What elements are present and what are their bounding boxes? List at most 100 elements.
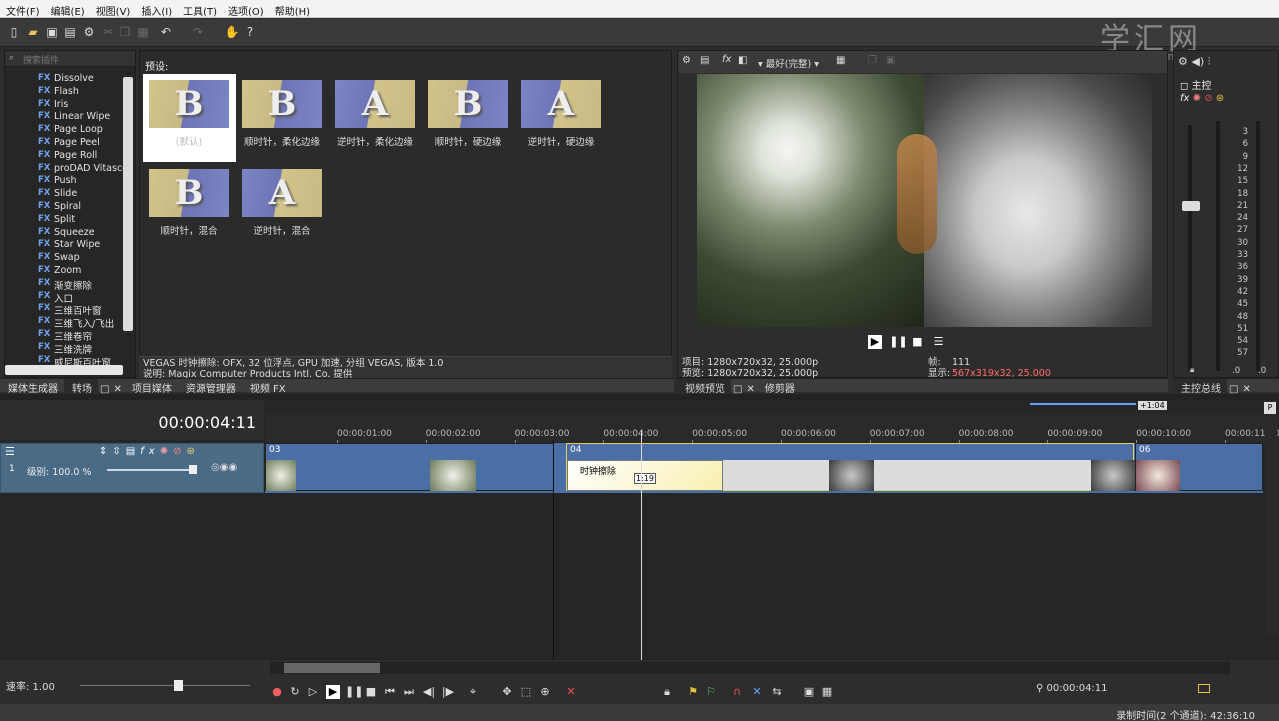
- plugin-item[interactable]: FX Page Roll: [5, 150, 123, 163]
- hscroll-thumb[interactable]: [284, 663, 380, 673]
- plugin-item[interactable]: FX Linear Wipe: [5, 111, 123, 124]
- clip[interactable]: 03: [265, 443, 554, 491]
- preset-thumb[interactable]: A 逆时针，混合: [236, 163, 322, 243]
- menu-edit[interactable]: 编辑(E): [45, 0, 90, 18]
- plugin-item[interactable]: FX Page Peel: [5, 137, 123, 150]
- copy-snapshot-icon[interactable]: ❐: [868, 55, 877, 66]
- grid-icon[interactable]: ▦: [836, 55, 845, 66]
- selection-tool-icon[interactable]: ⬚: [519, 685, 533, 699]
- plugin-item[interactable]: FX Push: [5, 175, 123, 188]
- menu-options[interactable]: 选项(O): [222, 0, 269, 18]
- save-icon[interactable]: ▣: [44, 24, 60, 40]
- play-from-start-icon[interactable]: ▷: [306, 685, 320, 699]
- selection-length-icon[interactable]: [1198, 684, 1210, 693]
- fx-icon[interactable]: fx: [722, 54, 731, 65]
- preset-thumb[interactable]: A 逆时针，硬边缘: [515, 74, 601, 154]
- help-icon[interactable]: ?: [242, 24, 258, 40]
- collapse-icon[interactable]: ⇳: [112, 446, 125, 457]
- preview-quality-select[interactable]: ▾ 最好(完整) ▾: [758, 56, 819, 70]
- plugin-item[interactable]: FX Iris: [5, 99, 123, 112]
- event-panzoom-icon[interactable]: ▣: [802, 685, 816, 699]
- external-monitor-icon[interactable]: ▤: [700, 55, 709, 66]
- playhead-cursor[interactable]: [641, 430, 642, 660]
- rate-slider[interactable]: [80, 685, 250, 686]
- preset-thumb[interactable]: B 顺时针，硬边缘: [422, 74, 508, 154]
- redo-icon[interactable]: ↷: [190, 24, 206, 40]
- automation-icon[interactable]: ▤: [126, 446, 140, 457]
- level-slider[interactable]: [107, 469, 195, 471]
- preset-thumb[interactable]: B 顺时针，柔化边缘: [236, 74, 322, 154]
- plugin-item[interactable]: FX Split: [5, 214, 123, 227]
- clip[interactable]: 04 时钟擦除 1:19: [566, 443, 1135, 491]
- zoom-tool-icon[interactable]: ⊕: [538, 685, 552, 699]
- expand-icon[interactable]: ⇕: [99, 446, 112, 457]
- plugin-item[interactable]: FX Dissolve: [5, 73, 123, 86]
- region-insert-icon[interactable]: ⚐: [704, 685, 718, 699]
- fx-icon[interactable]: fx: [140, 446, 159, 457]
- plugin-item[interactable]: FX Slide: [5, 188, 123, 201]
- undo-icon[interactable]: ↶: [158, 24, 174, 40]
- tab-video-fx[interactable]: 视频 FX: [242, 379, 292, 395]
- snapshot-icon[interactable]: ✋: [224, 24, 240, 40]
- pause-icon[interactable]: ❚❚: [889, 335, 907, 349]
- lock-icon[interactable]: 🔒︎: [660, 685, 674, 699]
- timeline-hscroll[interactable]: [270, 662, 1230, 674]
- motion-blur-icon[interactable]: ◎: [211, 462, 220, 473]
- loop-icon[interactable]: ↻: [288, 685, 302, 699]
- plugin-item[interactable]: FX 三维卷帘: [5, 329, 123, 342]
- master-toggle[interactable]: ◻: [1180, 81, 1191, 92]
- solo-icon[interactable]: ⊛: [1216, 93, 1224, 104]
- loop-region[interactable]: [1030, 403, 1136, 405]
- delete-icon[interactable]: ✕: [564, 685, 578, 699]
- solo-icon[interactable]: ⊛: [186, 446, 199, 457]
- fx-icon[interactable]: fx: [1180, 93, 1189, 104]
- new-file-icon[interactable]: ▯: [6, 24, 22, 40]
- go-to-start-icon[interactable]: ⏮: [383, 685, 397, 699]
- plugin-search[interactable]: ⌕ 搜索插件: [5, 51, 135, 67]
- track-menu-icon[interactable]: ☰: [5, 446, 17, 458]
- transition-block[interactable]: 时钟擦除 1:19: [567, 460, 723, 491]
- timeline-vscroll[interactable]: [1265, 414, 1277, 634]
- copy-icon[interactable]: ❐: [117, 24, 133, 40]
- render-icon[interactable]: ▤: [62, 24, 78, 40]
- plugin-item[interactable]: FX 三维洗牌: [5, 342, 123, 355]
- mixer-icon[interactable]: ⫶: [1208, 55, 1211, 68]
- go-to-end-icon[interactable]: ⏭: [402, 685, 416, 699]
- tab-transitions[interactable]: 转场: [64, 379, 98, 395]
- next-frame-icon[interactable]: |▶: [441, 685, 455, 699]
- plugin-item[interactable]: FX 三维百叶窗: [5, 303, 123, 316]
- plugin-item[interactable]: FX Zoom: [5, 265, 123, 278]
- menu-tools[interactable]: 工具(T): [177, 0, 222, 18]
- preset-thumb[interactable]: A 逆时针，柔化边缘: [329, 74, 415, 154]
- menu-insert[interactable]: 插入(I): [135, 0, 177, 18]
- master-fader-handle[interactable]: [1182, 201, 1200, 211]
- plugin-item[interactable]: FXproDAD Vitascene: [5, 163, 123, 176]
- record-icon[interactable]: ●: [270, 685, 284, 699]
- preset-thumb[interactable]: B 顺时针，混合: [143, 163, 229, 243]
- speaker-icon[interactable]: ◀): [1191, 55, 1204, 68]
- settings-icon[interactable]: ⚙: [1178, 55, 1188, 68]
- marker-icon[interactable]: P: [1264, 402, 1276, 414]
- stop-icon[interactable]: ■: [910, 335, 924, 349]
- menu-file[interactable]: 文件(F): [0, 0, 45, 18]
- compositing-icon[interactable]: ✺: [160, 446, 173, 457]
- settings-icon[interactable]: ⚙: [682, 55, 691, 66]
- snapping-icon[interactable]: ∩: [730, 685, 744, 699]
- plugin-item[interactable]: FX 渐变擦除: [5, 278, 123, 291]
- stop-icon[interactable]: ■: [364, 685, 378, 699]
- settings-icon[interactable]: ⚙: [81, 24, 97, 40]
- menu-icon[interactable]: ☰: [932, 335, 946, 349]
- plugin-item[interactable]: FX Squeeze: [5, 227, 123, 240]
- plugin-item[interactable]: FX Swap: [5, 252, 123, 265]
- tab-media-generators[interactable]: 媒体生成器: [0, 379, 64, 395]
- tab-trimmer[interactable]: 修剪器: [757, 379, 801, 395]
- tab-project-media[interactable]: 项目媒体: [124, 379, 178, 395]
- plugin-item[interactable]: FX Page Loop: [5, 124, 123, 137]
- menu-view[interactable]: 视图(V): [90, 0, 136, 18]
- plugin-scrollbar[interactable]: [123, 77, 133, 331]
- edit-tool-icon[interactable]: ⌖: [466, 685, 480, 699]
- plugin-item[interactable]: FX Flash: [5, 86, 123, 99]
- level-slider-handle[interactable]: [189, 465, 197, 474]
- lock-icon[interactable]: 🔒︎: [1190, 365, 1194, 375]
- save-snapshot-icon[interactable]: ▣: [886, 55, 895, 66]
